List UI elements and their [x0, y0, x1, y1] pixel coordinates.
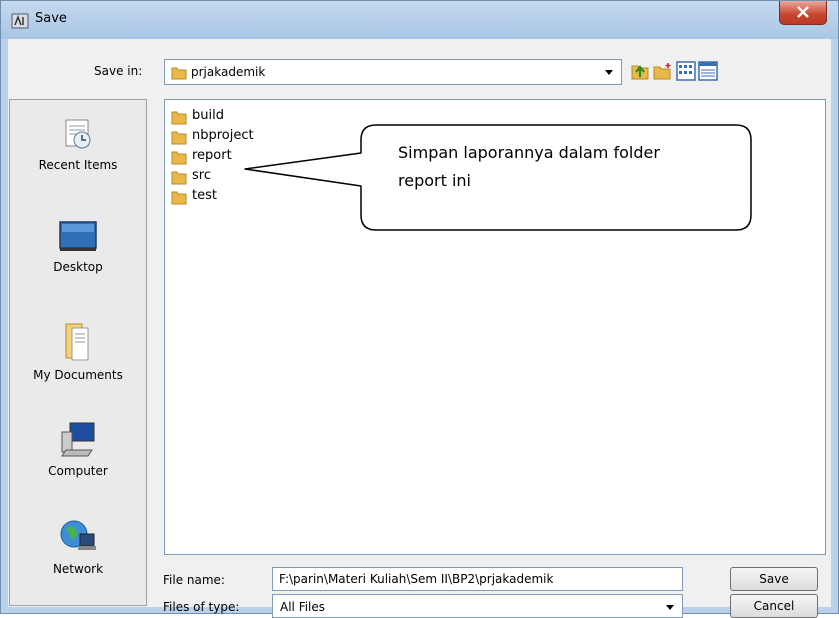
callout-line-1: Simpan laporannya dalam folder: [398, 143, 660, 162]
callout-line-2: report ini: [398, 171, 471, 190]
callout-text: Simpan laporannya dalam folder report in…: [398, 139, 738, 195]
callout-bubble: [244, 124, 752, 231]
save-dialog: Save Save in: prjakademik Recent Items D…: [0, 0, 839, 618]
